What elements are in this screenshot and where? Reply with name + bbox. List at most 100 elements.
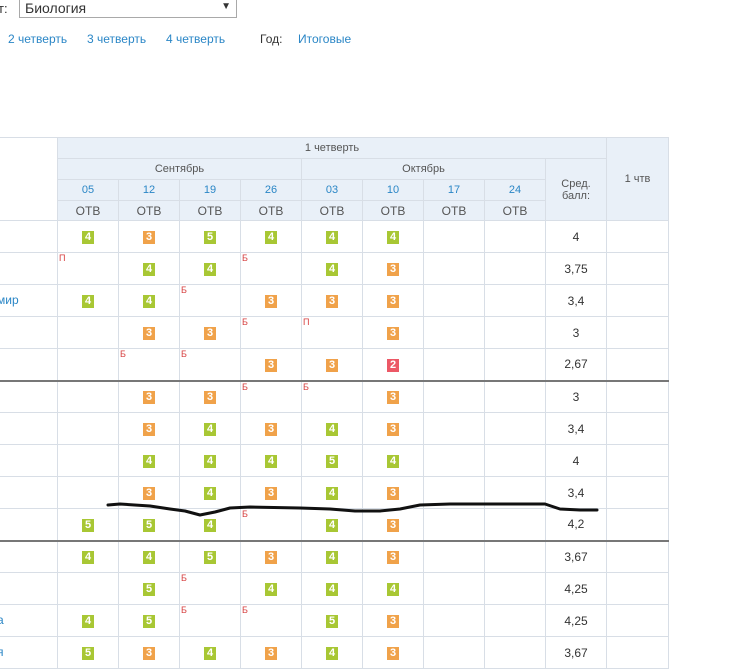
grade-cell[interactable]: 3 <box>362 539 424 573</box>
grade-cell[interactable]: 4 <box>301 412 363 445</box>
grade-cell[interactable]: 3 <box>118 412 180 445</box>
grade-cell[interactable]: 3 <box>362 316 424 349</box>
grade-cell[interactable]: 4 <box>179 444 241 477</box>
grade-cell[interactable]: П <box>301 316 363 349</box>
grade-cell[interactable]: 4 <box>57 539 119 573</box>
date-header[interactable]: 05 <box>57 179 119 201</box>
grade-cell[interactable]: Б <box>240 379 302 413</box>
grade-cell[interactable] <box>57 572 119 605</box>
grade-cell[interactable]: 4 <box>240 220 302 253</box>
grade-cell[interactable]: 4 <box>301 252 363 285</box>
quarter-mark-cell[interactable] <box>606 379 669 413</box>
grade-cell[interactable]: 5 <box>57 636 119 669</box>
final-grades-link[interactable]: Итоговые <box>298 32 351 46</box>
grade-cell[interactable]: 3 <box>362 508 424 541</box>
grade-cell[interactable]: Б <box>240 252 302 285</box>
grade-cell[interactable]: 4 <box>240 572 302 605</box>
grade-cell[interactable]: 3 <box>362 604 424 637</box>
quarter-mark-cell[interactable] <box>606 316 669 349</box>
grade-cell[interactable]: 3 <box>362 284 424 317</box>
grade-cell[interactable]: 3 <box>179 379 241 413</box>
grade-cell[interactable]: Б <box>179 348 241 381</box>
grade-cell[interactable]: Б <box>301 379 363 413</box>
quarter-mark-cell[interactable] <box>606 252 669 285</box>
grade-cell[interactable]: Б <box>240 316 302 349</box>
grade-cell[interactable]: Б <box>179 572 241 605</box>
grade-cell[interactable]: 4 <box>179 252 241 285</box>
grade-cell[interactable]: 3 <box>362 379 424 413</box>
grade-cell[interactable]: 4 <box>301 539 363 573</box>
grade-cell[interactable]: 3 <box>118 636 180 669</box>
grade-cell[interactable]: 3 <box>118 379 180 413</box>
grade-cell[interactable] <box>484 604 546 637</box>
grade-cell[interactable] <box>423 636 485 669</box>
grade-cell[interactable] <box>57 476 119 509</box>
grade-cell[interactable] <box>423 316 485 349</box>
quarter-mark-cell[interactable] <box>606 412 669 445</box>
date-header[interactable]: 17 <box>423 179 485 201</box>
grade-cell[interactable]: 3 <box>240 636 302 669</box>
grade-cell[interactable]: 3 <box>118 476 180 509</box>
grade-cell[interactable] <box>484 348 546 381</box>
grade-cell[interactable]: 5 <box>301 604 363 637</box>
grade-cell[interactable]: 4 <box>301 476 363 509</box>
grade-cell[interactable]: 4 <box>57 284 119 317</box>
grade-cell[interactable]: 3 <box>240 539 302 573</box>
date-header[interactable]: 12 <box>118 179 180 201</box>
grade-cell[interactable]: 3 <box>362 252 424 285</box>
quarter-link-3[interactable]: 3 четверть <box>87 32 146 46</box>
grade-cell[interactable] <box>484 508 546 541</box>
grade-cell[interactable] <box>423 444 485 477</box>
grade-cell[interactable] <box>423 284 485 317</box>
grade-cell[interactable] <box>423 604 485 637</box>
grade-cell[interactable] <box>57 316 119 349</box>
grade-cell[interactable] <box>484 316 546 349</box>
grade-cell[interactable] <box>423 252 485 285</box>
grade-cell[interactable]: 3 <box>362 636 424 669</box>
quarter-link-2[interactable]: 2 четверть <box>8 32 67 46</box>
quarter-mark-cell[interactable] <box>606 476 669 509</box>
grade-cell[interactable]: 4 <box>118 284 180 317</box>
quarter-link-4[interactable]: 4 четверть <box>166 32 225 46</box>
grade-cell[interactable]: 3 <box>240 284 302 317</box>
grade-cell[interactable]: 3 <box>118 316 180 349</box>
grade-cell[interactable] <box>484 572 546 605</box>
subject-select[interactable]: Биология ▼ <box>19 0 237 18</box>
grade-cell[interactable] <box>484 539 546 573</box>
grade-cell[interactable]: 4 <box>179 636 241 669</box>
quarter-mark-cell[interactable] <box>606 539 669 573</box>
grade-cell[interactable]: 3 <box>179 316 241 349</box>
quarter-mark-cell[interactable] <box>606 604 669 637</box>
grade-cell[interactable]: 5 <box>118 572 180 605</box>
grade-cell[interactable] <box>484 444 546 477</box>
student-name-link[interactable]: а <box>0 613 4 627</box>
date-header[interactable]: 19 <box>179 179 241 201</box>
grade-cell[interactable]: 4 <box>57 604 119 637</box>
grade-cell[interactable]: Б <box>118 348 180 381</box>
grade-cell[interactable]: 4 <box>362 220 424 253</box>
grade-cell[interactable] <box>423 508 485 541</box>
grade-cell[interactable]: 3 <box>240 412 302 445</box>
grade-cell[interactable]: 5 <box>118 508 180 541</box>
grade-cell[interactable] <box>484 476 546 509</box>
grade-cell[interactable] <box>484 412 546 445</box>
grade-cell[interactable]: 3 <box>362 476 424 509</box>
grade-cell[interactable] <box>484 220 546 253</box>
quarter-mark-cell[interactable] <box>606 636 669 669</box>
grade-cell[interactable]: 4 <box>301 572 363 605</box>
grade-cell[interactable] <box>423 572 485 605</box>
quarter-mark-cell[interactable] <box>606 444 669 477</box>
grade-cell[interactable] <box>423 412 485 445</box>
grade-cell[interactable]: 3 <box>301 284 363 317</box>
grade-cell[interactable]: 5 <box>179 539 241 573</box>
grade-cell[interactable] <box>484 379 546 413</box>
grade-cell[interactable] <box>57 412 119 445</box>
grade-cell[interactable]: Б <box>240 604 302 637</box>
date-header[interactable]: 10 <box>362 179 424 201</box>
grade-cell[interactable]: 5 <box>118 604 180 637</box>
grade-cell[interactable] <box>484 636 546 669</box>
grade-cell[interactable]: 3 <box>240 348 302 381</box>
grade-cell[interactable]: 3 <box>118 220 180 253</box>
grade-cell[interactable] <box>57 379 119 413</box>
grade-cell[interactable]: 4 <box>179 476 241 509</box>
